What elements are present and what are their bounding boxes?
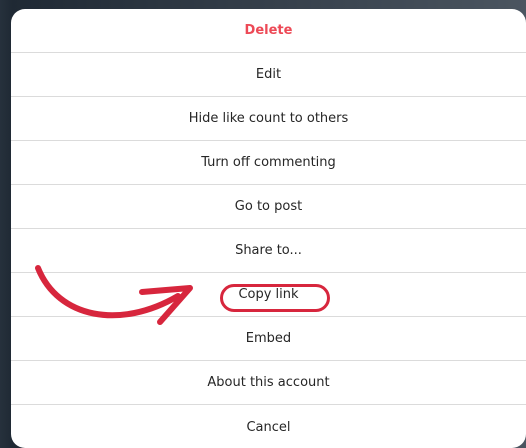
menu-item-label: Hide like count to others [188, 111, 349, 126]
menu-item-go-to-post[interactable]: Go to post [11, 185, 526, 229]
menu-item-turn-off-commenting[interactable]: Turn off commenting [11, 141, 526, 185]
menu-item-cancel[interactable]: Cancel [11, 405, 526, 448]
menu-item-label: Share to... [235, 243, 302, 258]
options-menu: Delete Edit Hide like count to others Tu… [11, 9, 526, 448]
menu-item-edit[interactable]: Edit [11, 53, 526, 97]
menu-item-label: Edit [255, 67, 282, 82]
menu-item-about-account[interactable]: About this account [11, 361, 526, 405]
menu-item-share-to[interactable]: Share to... [11, 229, 526, 273]
menu-item-label: Go to post [234, 199, 303, 214]
menu-item-label: Cancel [246, 419, 291, 435]
menu-item-hide-like-count[interactable]: Hide like count to others [11, 97, 526, 141]
post-options-dialog: Delete Edit Hide like count to others Tu… [11, 9, 526, 448]
menu-item-copy-link[interactable]: Copy link [11, 273, 526, 317]
menu-item-label: Copy link [238, 287, 299, 302]
menu-item-label: Delete [244, 23, 293, 38]
menu-item-label: Embed [245, 331, 292, 346]
menu-item-delete[interactable]: Delete [11, 9, 526, 53]
menu-item-label: Turn off commenting [201, 155, 336, 170]
menu-item-label: About this account [207, 375, 330, 390]
menu-item-embed[interactable]: Embed [11, 317, 526, 361]
